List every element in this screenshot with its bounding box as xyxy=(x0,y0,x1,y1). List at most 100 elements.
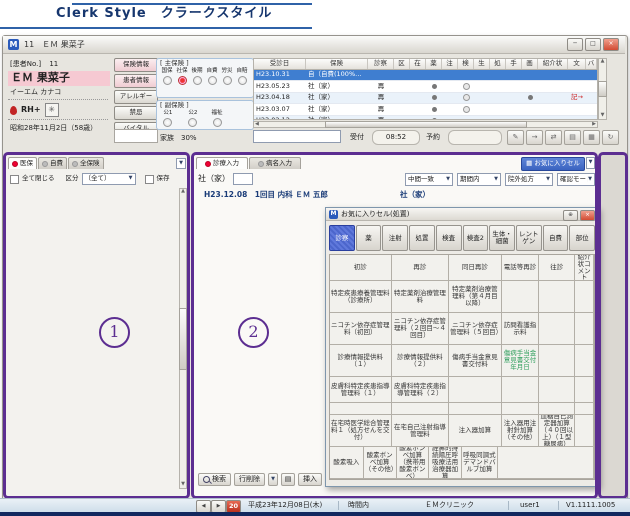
entry-tab-1[interactable]: 病名入力 xyxy=(249,157,301,169)
favorite-cell[interactable] xyxy=(502,377,540,403)
favorite-cell[interactable] xyxy=(498,447,594,479)
scroll-thumb[interactable] xyxy=(179,308,187,370)
main-insurance-radio[interactable] xyxy=(208,76,217,85)
favorite-cell[interactable]: 注入器用注射針加算（その他） xyxy=(502,415,540,447)
entry-tab-dropdown[interactable]: ▼ xyxy=(586,157,595,169)
favorite-cell[interactable] xyxy=(539,313,575,345)
favorite-cell[interactable] xyxy=(502,403,540,415)
favorite-cell[interactable] xyxy=(330,403,392,415)
insert-button[interactable]: 挿入 xyxy=(298,473,322,486)
favorite-cell[interactable]: 在宅自己注射指導管理料 xyxy=(392,415,450,447)
favorite-cell[interactable]: 酸素ボンベ加算（その他） xyxy=(364,447,397,479)
favorite-category-9[interactable]: 部位 xyxy=(569,225,595,251)
favorite-cell[interactable]: ニコチン依存症管理料（５回目） xyxy=(449,313,502,345)
favorite-cell[interactable]: 特定薬剤治療管理料 xyxy=(392,281,450,313)
kubun-dropdown[interactable]: （全て） ▼ xyxy=(82,173,136,185)
allergy-button[interactable]: アレルギー xyxy=(114,90,158,104)
favorite-cell[interactable]: 同日再診 xyxy=(449,255,502,281)
main-insurance-radio[interactable] xyxy=(163,76,172,85)
history-vscrollbar[interactable]: ▲ ▼ xyxy=(179,188,187,489)
favorite-cell[interactable] xyxy=(575,403,594,415)
history-tab-2[interactable]: 全保険 xyxy=(68,157,104,169)
favorite-cell[interactable] xyxy=(575,345,594,377)
favorites-button[interactable]: ▦ お気に入りセル xyxy=(521,157,585,171)
favorite-cell[interactable] xyxy=(502,281,540,313)
favorite-cell[interactable]: 初診 xyxy=(330,255,392,281)
history-tab-1[interactable]: 自費 xyxy=(38,157,67,169)
favorite-cell[interactable] xyxy=(539,281,575,313)
favorite-cell[interactable] xyxy=(575,281,594,313)
list-tool-button[interactable]: ▤ xyxy=(281,473,295,486)
favorite-cell[interactable] xyxy=(539,377,575,403)
favorite-cell[interactable]: 呼吸同調式デマンドバルブ加算 xyxy=(462,447,498,479)
grid-tool-icon[interactable]: ▦ xyxy=(583,130,600,145)
favorite-cell[interactable]: 血糖自己測定器加算（４０回以上）（１型糖尿病） xyxy=(539,415,575,447)
scroll-right-icon[interactable]: ▶ xyxy=(591,122,597,128)
favorite-cell[interactable]: 在宅時医学総合管理料１（処方せんを交付） xyxy=(330,415,392,447)
favorite-category-1[interactable]: 薬 xyxy=(356,225,382,251)
popup-title-bar[interactable]: M お気に入りセル(処置) ⊕ × xyxy=(326,208,598,221)
visit-row[interactable]: H23.02.12社（家）再 xyxy=(254,116,597,120)
confirm-mode-dropdown[interactable]: 確認モード▼ xyxy=(557,173,595,186)
main-insurance-radio[interactable] xyxy=(238,76,247,85)
allergy-mark-icon[interactable]: ✳ xyxy=(45,103,59,117)
visits-vscrollbar[interactable]: ▲ ▼ xyxy=(598,58,607,120)
favorite-category-3[interactable]: 処置 xyxy=(409,225,435,251)
scroll-up-icon[interactable]: ▲ xyxy=(600,59,606,65)
favorite-cell[interactable] xyxy=(539,345,575,377)
scroll-left-icon[interactable]: ◀ xyxy=(254,122,260,128)
transfer-tool-icon[interactable]: ⇄ xyxy=(545,130,562,145)
visit-row[interactable]: H23.05.23社（家）再 xyxy=(254,81,597,92)
memo-tool-icon[interactable]: ✎ xyxy=(507,130,524,145)
visits-hscrollbar[interactable]: ◀ ▶ xyxy=(253,121,598,128)
close-all-checkbox[interactable] xyxy=(10,175,19,184)
favorite-cell[interactable]: 再診 xyxy=(392,255,450,281)
period-dropdown[interactable]: 期間内▼ xyxy=(457,173,501,186)
favorite-cell[interactable]: 特定薬剤治療管理料（第４月目以降） xyxy=(449,281,502,313)
delete-row-dropdown[interactable]: ▼ xyxy=(268,473,278,486)
send-tool-icon[interactable]: → xyxy=(526,130,543,145)
favorite-category-2[interactable]: 注射 xyxy=(382,225,408,251)
favorite-cell[interactable]: ニコチン依存症管理料（初回） xyxy=(330,313,392,345)
favorite-cell[interactable]: 特定疾患療養管理料（診療所） xyxy=(330,281,392,313)
sub-insurance-radio[interactable] xyxy=(163,118,172,127)
search-button[interactable]: 検索 xyxy=(198,473,231,486)
favorite-cell[interactable] xyxy=(575,415,594,447)
scroll-down-icon[interactable]: ▼ xyxy=(180,482,186,488)
history-tab-0[interactable]: 医保 xyxy=(8,157,37,169)
contraindication-button[interactable]: 禁忌 xyxy=(114,106,158,120)
favorite-category-5[interactable]: 検査2 xyxy=(463,225,489,251)
scroll-thumb[interactable] xyxy=(598,81,607,97)
favorite-cell[interactable]: 酸素吸入 xyxy=(330,447,364,479)
refresh-tool-icon[interactable]: ↻ xyxy=(602,130,619,145)
delete-row-button[interactable]: 行削除 xyxy=(234,473,265,486)
visit-row[interactable]: H23.04.18社（家）再記→ xyxy=(254,93,597,104)
close-icon[interactable]: × xyxy=(580,210,595,221)
favorite-cell[interactable] xyxy=(539,403,575,415)
favorite-cell[interactable] xyxy=(575,313,594,345)
favorite-cell[interactable]: 診療情報提供料（２） xyxy=(392,345,450,377)
favorite-cell[interactable] xyxy=(392,403,450,415)
visit-row[interactable]: H23.10.31自（自費(100%… xyxy=(254,70,597,81)
favorite-cell[interactable]: 皮膚科特定疾患指導管理料（２） xyxy=(392,377,450,403)
favorite-cell[interactable] xyxy=(449,377,502,403)
scroll-down-icon[interactable]: ▼ xyxy=(600,113,606,119)
favorite-cell[interactable] xyxy=(575,377,594,403)
maximize-icon[interactable]: □ xyxy=(585,38,601,51)
favorite-cell[interactable]: 皮膚科特定疾患指導管理料（１） xyxy=(330,377,392,403)
favorite-cell[interactable]: 注入器加算 xyxy=(449,415,502,447)
main-insurance-radio[interactable] xyxy=(178,76,187,85)
favorite-cell[interactable]: 経鼻的持続陽圧呼吸療法用治療器加算 xyxy=(429,447,462,479)
patient-insurance-button[interactable]: 保険情報 xyxy=(114,58,158,72)
sub-insurance-radio[interactable] xyxy=(213,118,222,127)
favorite-cell[interactable]: 酸素ボンベ加算（携帯用酸素ボンベ） xyxy=(397,447,430,479)
favorite-cell[interactable]: 傷病手当金意見書交付料 xyxy=(449,345,502,377)
favorite-cell[interactable]: 診療情報提供料（１） xyxy=(330,345,392,377)
favorite-cell[interactable]: ニコチン依存症管理料（２回目～４回目） xyxy=(392,313,450,345)
match-mode-dropdown[interactable]: 中間一致▼ xyxy=(405,173,453,186)
favorite-category-8[interactable]: 自費 xyxy=(543,225,569,251)
patient-info-button[interactable]: 患者情報 xyxy=(114,74,158,88)
entry-tab-0[interactable]: 診療入力 xyxy=(196,157,248,169)
main-insurance-radio[interactable] xyxy=(193,76,202,85)
favorite-category-6[interactable]: 生体・細菌 xyxy=(489,225,515,251)
